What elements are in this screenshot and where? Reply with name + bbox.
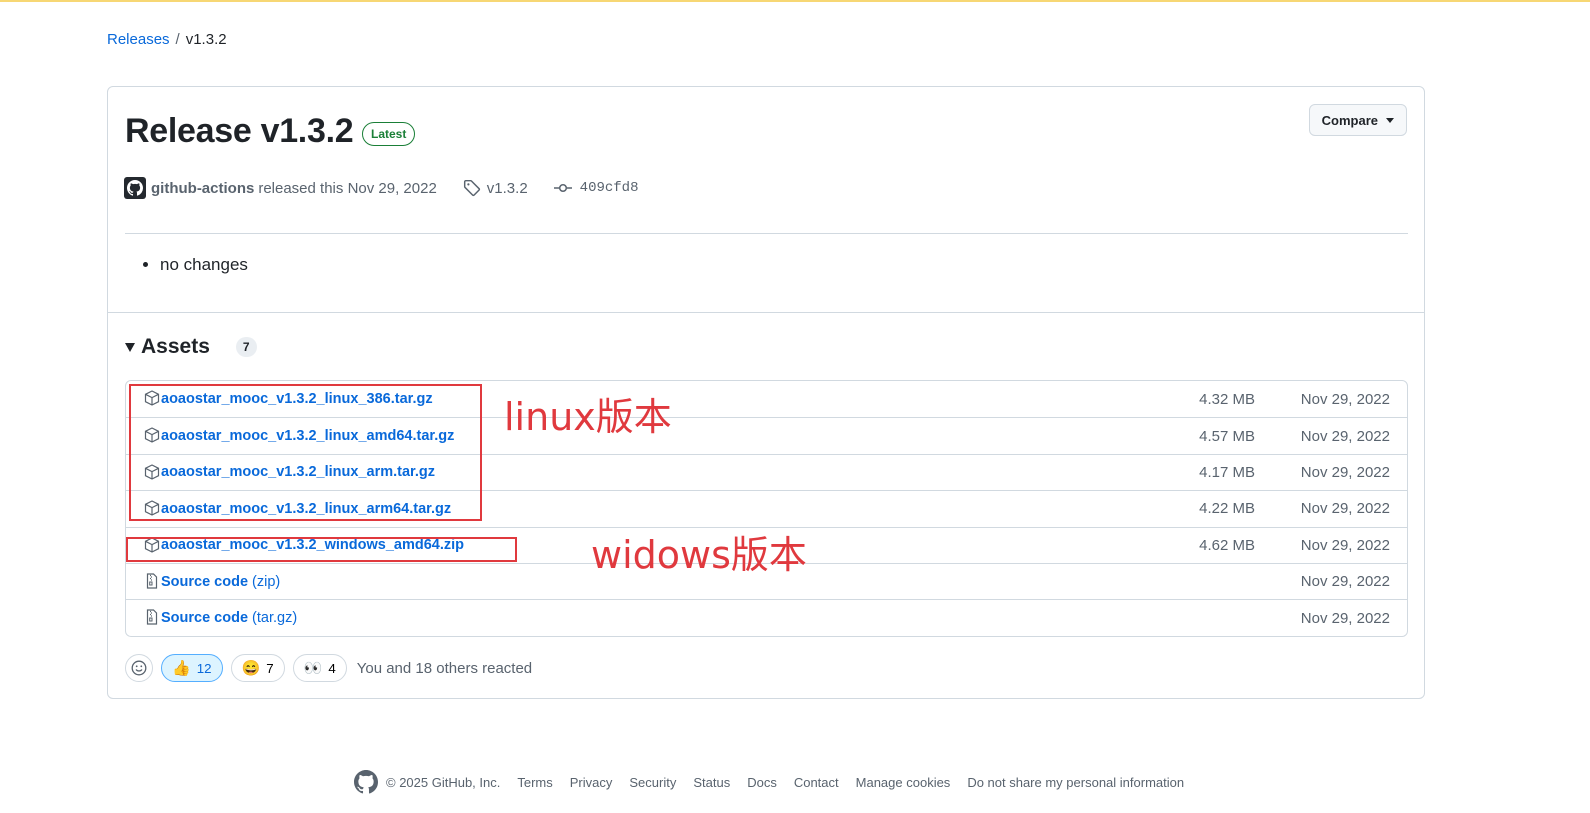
compare-label: Compare [1321, 112, 1378, 128]
commit-sha: 409cfd8 [579, 180, 639, 196]
breadcrumb-separator: / [175, 31, 180, 48]
release-meta: github-actions released this Nov 29, 202… [124, 177, 638, 199]
smile-reaction-button[interactable]: 😄 7 [230, 654, 285, 682]
tag-label: v1.3.2 [486, 179, 528, 197]
eyes-reaction-button[interactable]: 👀 4 [292, 654, 347, 682]
assets-count-badge: 7 [235, 337, 257, 357]
latest-badge: Latest [362, 122, 416, 146]
compare-button[interactable]: Compare [1308, 104, 1407, 136]
linux-annotation-box [129, 384, 482, 521]
footer-link-do-not-share[interactable]: Do not share my personal information [967, 775, 1184, 790]
file-zip-icon [146, 573, 158, 589]
released-text: released this [258, 179, 344, 197]
release-tag[interactable]: v1.3.2 [463, 179, 528, 197]
release-commit[interactable]: 409cfd8 [553, 180, 639, 196]
asset-size: 4.62 MB [1199, 536, 1255, 554]
thumbs-up-icon: 👍 [172, 660, 191, 677]
release-author[interactable]: github-actions [151, 180, 254, 197]
footer-link-status[interactable]: Status [693, 775, 730, 790]
file-zip-icon [146, 609, 158, 625]
asset-size: 4.57 MB [1199, 427, 1255, 445]
breadcrumb-releases-link[interactable]: Releases [107, 31, 170, 48]
triangle-down-icon [125, 342, 135, 352]
release-note-item: no changes [160, 255, 248, 275]
source-code-zip-link[interactable]: Source code (zip) [161, 574, 280, 590]
caret-down-icon [1386, 117, 1394, 123]
asset-date: Nov 29, 2022 [1300, 536, 1390, 554]
release-date: Nov 29, 2022 [347, 179, 437, 197]
divider [125, 233, 1408, 234]
footer-brand: © 2025 GitHub, Inc. [354, 770, 500, 794]
breadcrumb-current: v1.3.2 [185, 31, 227, 48]
footer-link-contact[interactable]: Contact [794, 775, 839, 790]
assets-toggle[interactable]: Assets 7 [125, 335, 257, 359]
footer-link-docs[interactable]: Docs [747, 775, 777, 790]
release-notes: no changes [140, 255, 248, 275]
smile-count: 7 [266, 660, 274, 676]
source-code-targz-link[interactable]: Source code (tar.gz) [161, 610, 297, 626]
reactions-summary: You and 18 others reacted [356, 659, 533, 677]
top-accent-line [0, 0, 1590, 2]
footer: © 2025 GitHub, Inc. Terms Privacy Securi… [354, 770, 1184, 794]
divider [108, 312, 1424, 313]
eyes-icon: 👀 [303, 660, 323, 677]
asset-date: Nov 29, 2022 [1300, 427, 1390, 445]
laugh-icon: 😄 [241, 660, 261, 677]
tag-icon [463, 179, 480, 197]
linux-annotation-label: linux版本 [504, 395, 672, 439]
thumbs-up-count: 12 [196, 660, 212, 676]
footer-link-manage-cookies[interactable]: Manage cookies [856, 775, 951, 790]
eyes-count: 4 [328, 660, 336, 676]
asset-date: Nov 29, 2022 [1300, 500, 1390, 518]
add-reaction-button[interactable] [125, 654, 153, 682]
asset-date: Nov 29, 2022 [1300, 609, 1390, 627]
windows-annotation-box [126, 537, 517, 562]
asset-date: Nov 29, 2022 [1300, 573, 1390, 591]
footer-link-security[interactable]: Security [629, 775, 676, 790]
thumbs-up-reaction-button[interactable]: 👍 12 [161, 654, 223, 682]
footer-link-terms[interactable]: Terms [517, 775, 552, 790]
assets-title: Assets [141, 335, 210, 358]
footer-copyright: © 2025 GitHub, Inc. [386, 774, 501, 790]
windows-annotation-label: widows版本 [591, 533, 807, 577]
asset-date: Nov 29, 2022 [1300, 463, 1390, 481]
github-logo-icon [354, 770, 378, 794]
asset-date: Nov 29, 2022 [1300, 390, 1390, 408]
asset-row: Source code (tar.gz) Nov 29, 2022 [126, 599, 1407, 635]
avatar[interactable] [124, 177, 146, 199]
smiley-icon [131, 660, 147, 676]
asset-size: 4.17 MB [1199, 463, 1255, 481]
footer-link-privacy[interactable]: Privacy [570, 775, 613, 790]
asset-size: 4.32 MB [1199, 390, 1255, 408]
github-mark-icon [127, 180, 143, 196]
release-title[interactable]: Release v1.3.2 [125, 112, 354, 151]
reactions-bar: 👍 12 😄 7 👀 4 You and 18 others reacted [125, 654, 532, 682]
breadcrumb: Releases / v1.3.2 [107, 31, 227, 48]
asset-size: 4.22 MB [1199, 500, 1255, 518]
commit-icon [553, 183, 572, 193]
